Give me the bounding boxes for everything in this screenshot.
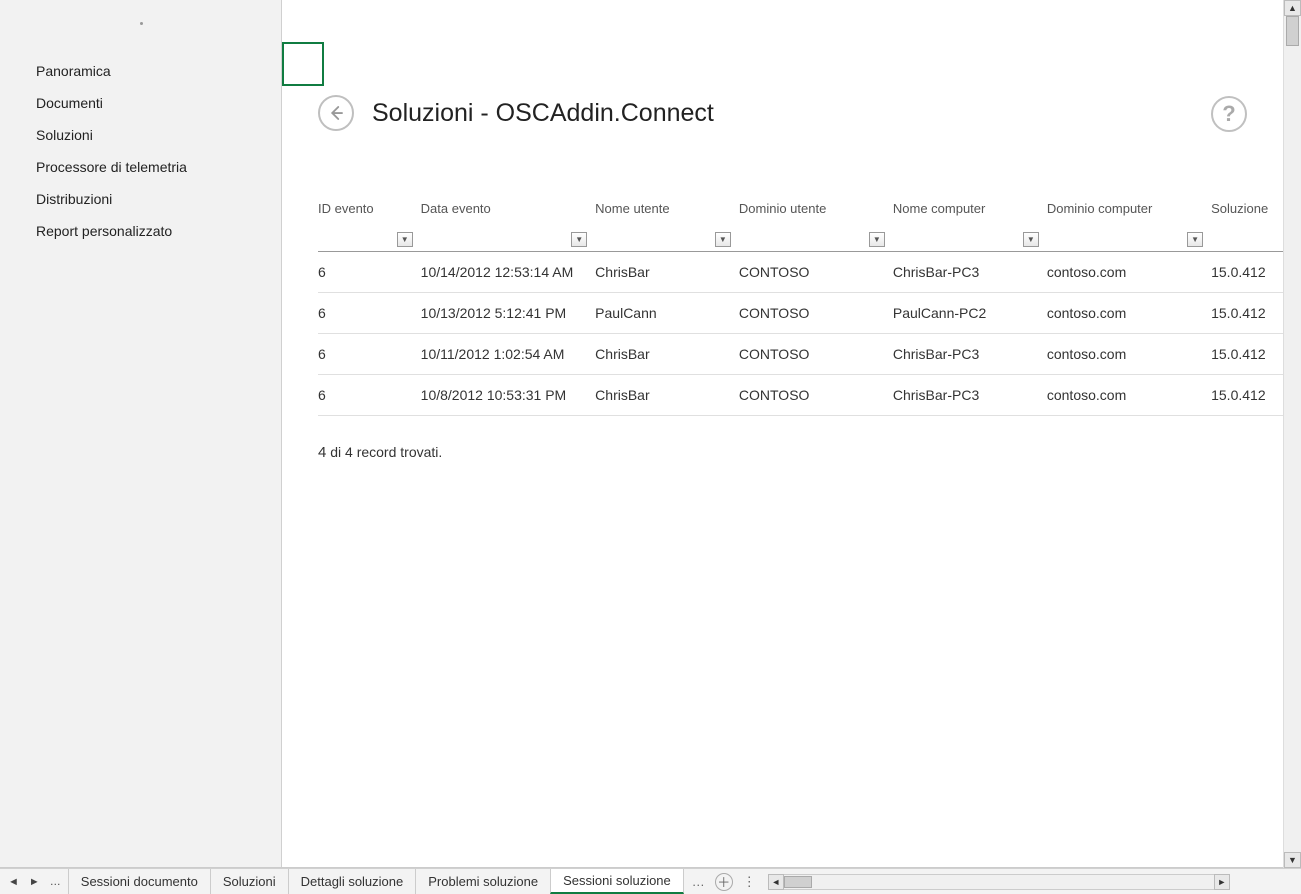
record-count: 4 di 4 record trovati. [318,444,1283,461]
record-count-number: 4 [318,444,326,461]
tab-more-button[interactable]: … [50,876,61,888]
filter-button-date[interactable]: ▼ [571,232,587,247]
col-header-date: Data evento ▼ [421,201,596,251]
sheet-tab[interactable]: Sessioni documento [68,869,211,894]
table-row[interactable]: 610/13/2012 5:12:41 PMPaulCannCONTOSOPau… [318,292,1283,333]
record-count-text: di 4 record trovati. [330,444,442,460]
vscroll-track[interactable] [1284,16,1301,852]
sidebar-item-report[interactable]: Report personalizzato [0,215,281,247]
col-header-solution: Soluzione [1211,201,1283,251]
header-label: Dominio computer [1047,201,1201,216]
sidebar-item-panoramica[interactable]: Panoramica [0,55,281,87]
cell-domain: CONTOSO [739,333,893,374]
help-button[interactable]: ? [1211,96,1247,132]
hscroll-track[interactable] [784,874,1214,890]
back-button[interactable] [318,95,354,131]
col-header-domain: Dominio utente ▼ [739,201,893,251]
tab-prev-button[interactable]: ◄ [8,876,19,888]
cell-computer: ChrisBar-PC3 [893,374,1047,415]
filter-button-user[interactable]: ▼ [715,232,731,247]
sheet-tab[interactable]: Dettagli soluzione [288,869,417,894]
vertical-scrollbar[interactable]: ▲ ▼ [1283,0,1301,868]
sidebar-item-documenti[interactable]: Documenti [0,87,281,119]
sessions-table: ID evento ▼ Data evento ▼ Nome utente ▼ [318,201,1283,416]
sheet-tab[interactable]: Sessioni soluzione [550,869,684,894]
col-header-user: Nome utente ▼ [595,201,739,251]
add-sheet-button[interactable]: ＋ [715,873,733,891]
main-content: Soluzioni - OSCAddin.Connect ? ID evento… [282,0,1283,867]
cell-solution: 15.0.412 [1211,251,1283,292]
arrow-left-icon [327,104,345,122]
cell-compdomain: contoso.com [1047,333,1211,374]
header-label: Nome utente [595,201,729,216]
sidebar: Panoramica Documenti Soluzioni Processor… [0,0,282,867]
cell-solution: 15.0.412 [1211,292,1283,333]
cell-solution: 15.0.412 [1211,333,1283,374]
cell-id: 6 [318,251,421,292]
sidebar-item-telemetria[interactable]: Processore di telemetria [0,151,281,183]
hscroll-right-button[interactable]: ► [1214,874,1230,890]
col-header-computer: Nome computer ▼ [893,201,1047,251]
table-row[interactable]: 610/11/2012 1:02:54 AMChrisBarCONTOSOChr… [318,333,1283,374]
cell-domain: CONTOSO [739,374,893,415]
cell-date: 10/8/2012 10:53:31 PM [421,374,596,415]
cell-compdomain: contoso.com [1047,292,1211,333]
col-header-id: ID evento ▼ [318,201,421,251]
sheet-tab[interactable]: Soluzioni [210,869,289,894]
tab-extras: … ＋ ⋮ [684,869,764,894]
tab-nav: ◄ ► … [0,869,69,894]
vscroll-thumb[interactable] [1286,16,1299,46]
filter-button-domain[interactable]: ▼ [869,232,885,247]
cell-domain: CONTOSO [739,251,893,292]
cell-user: ChrisBar [595,333,739,374]
cell-user: PaulCann [595,292,739,333]
cell-computer: ChrisBar-PC3 [893,333,1047,374]
scroll-down-button[interactable]: ▼ [1284,852,1301,868]
tab-overflow[interactable]: … [692,874,705,889]
tab-next-button[interactable]: ► [29,876,40,888]
horizontal-scrollbar[interactable]: ◄ ► [764,869,1234,894]
cell-user: ChrisBar [595,251,739,292]
cell-id: 6 [318,374,421,415]
hscroll-left-button[interactable]: ◄ [768,874,784,890]
table-container: ID evento ▼ Data evento ▼ Nome utente ▼ [282,201,1283,461]
col-header-compdomain: Dominio computer ▼ [1047,201,1211,251]
scroll-up-button[interactable]: ▲ [1284,0,1301,16]
hscroll-thumb[interactable] [784,876,812,888]
header-label: ID evento [318,201,411,216]
sidebar-indicator [140,22,143,25]
cell-computer: PaulCann-PC2 [893,292,1047,333]
filter-button-compdomain[interactable]: ▼ [1187,232,1203,247]
header-label: Nome computer [893,201,1037,216]
cell-compdomain: contoso.com [1047,251,1211,292]
cell-date: 10/11/2012 1:02:54 AM [421,333,596,374]
filter-button-id[interactable]: ▼ [397,232,413,247]
sidebar-item-soluzioni[interactable]: Soluzioni [0,119,281,151]
table-row[interactable]: 610/8/2012 10:53:31 PMChrisBarCONTOSOChr… [318,374,1283,415]
sidebar-item-distribuzioni[interactable]: Distribuzioni [0,183,281,215]
cell-domain: CONTOSO [739,292,893,333]
header-label: Data evento [421,201,586,216]
cell-computer: ChrisBar-PC3 [893,251,1047,292]
cell-solution: 15.0.412 [1211,374,1283,415]
filter-button-computer[interactable]: ▼ [1023,232,1039,247]
cell-id: 6 [318,333,421,374]
cell-date: 10/13/2012 5:12:41 PM [421,292,596,333]
sheet-tab[interactable]: Problemi soluzione [415,869,551,894]
cell-id: 6 [318,292,421,333]
question-icon: ? [1222,101,1235,127]
main-header: Soluzioni - OSCAddin.Connect [282,0,1283,131]
active-cell-indicator [282,42,324,86]
sheet-tab-bar: ◄ ► … Sessioni documentoSoluzioniDettagl… [0,868,1301,894]
header-label: Soluzione [1211,201,1273,216]
page-title: Soluzioni - OSCAddin.Connect [372,99,714,128]
header-label: Dominio utente [739,201,883,216]
cell-date: 10/14/2012 12:53:14 AM [421,251,596,292]
table-row[interactable]: 610/14/2012 12:53:14 AMChrisBarCONTOSOCh… [318,251,1283,292]
cell-user: ChrisBar [595,374,739,415]
tab-divider: ⋮ [743,874,756,890]
cell-compdomain: contoso.com [1047,374,1211,415]
